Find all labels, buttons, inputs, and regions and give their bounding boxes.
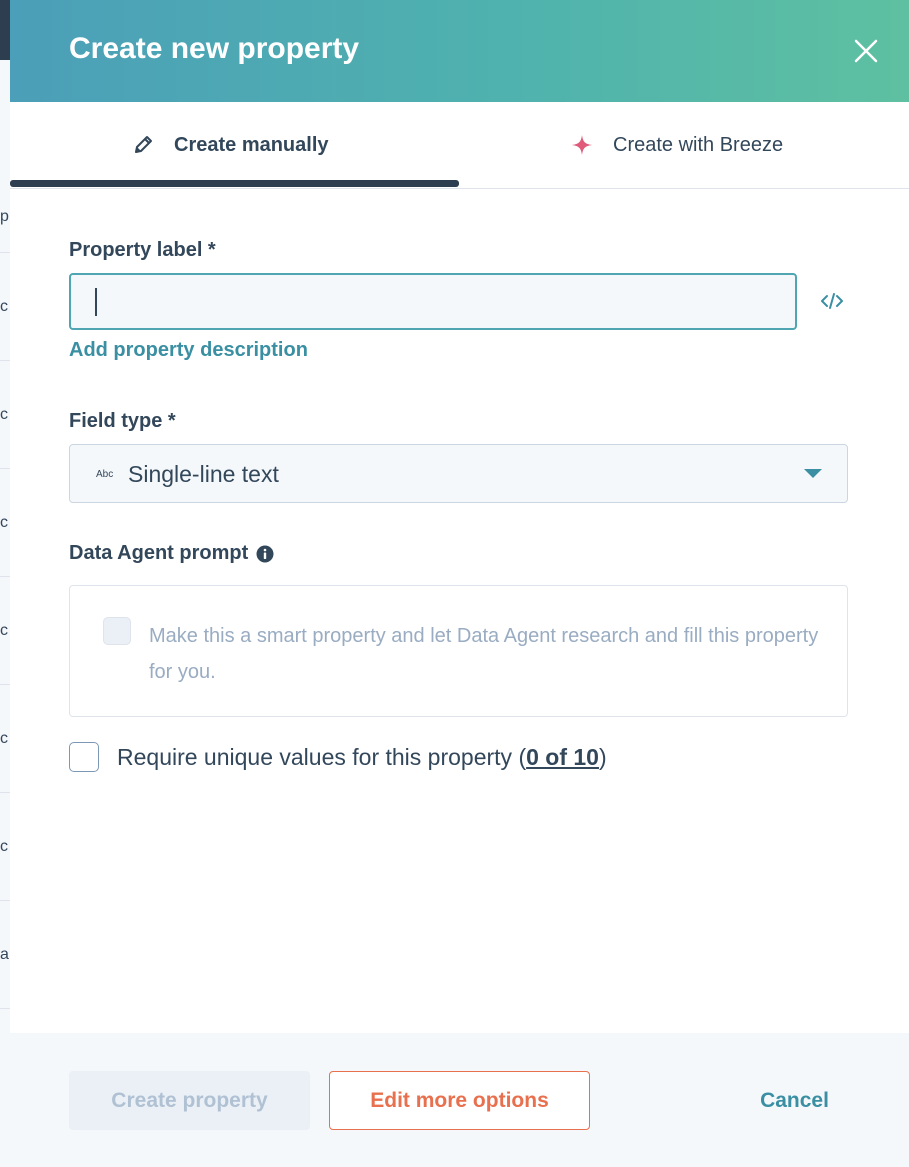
text-cursor bbox=[95, 288, 97, 316]
panel-title: Create new property bbox=[69, 32, 360, 65]
data-agent-heading: Data Agent prompt bbox=[69, 542, 274, 565]
background-letter: c bbox=[0, 838, 8, 855]
background-divider bbox=[0, 900, 10, 901]
property-label-input[interactable] bbox=[69, 273, 797, 330]
unique-count-link[interactable]: 0 of 10 bbox=[526, 744, 599, 770]
background-letter: p bbox=[0, 208, 9, 225]
field-type-value: Single-line text bbox=[128, 461, 279, 487]
background-letter: c bbox=[0, 730, 8, 747]
cancel-button[interactable]: Cancel bbox=[730, 1071, 859, 1130]
data-agent-label: Data Agent prompt bbox=[69, 542, 249, 564]
background-divider bbox=[0, 684, 10, 685]
property-label-heading: Property label * bbox=[69, 239, 216, 261]
tab-create-with-breeze-label: Create with Breeze bbox=[613, 133, 784, 156]
field-type-select[interactable]: Abc Single-line text bbox=[69, 444, 848, 503]
field-type-heading: Field type * bbox=[69, 410, 176, 432]
tab-bar: Create manually Create with Breeze bbox=[10, 102, 909, 189]
text-type-icon: Abc bbox=[96, 469, 114, 480]
background-letter: c bbox=[0, 406, 8, 423]
background-letter: c bbox=[0, 622, 8, 639]
smart-property-checkbox[interactable] bbox=[103, 617, 131, 645]
edit-more-options-button[interactable]: Edit more options bbox=[329, 1071, 590, 1130]
pencil-icon bbox=[132, 134, 154, 156]
unique-values-text-end: ) bbox=[598, 743, 607, 770]
background-letter: c bbox=[0, 514, 8, 531]
tab-create-manually-label: Create manually bbox=[174, 133, 329, 156]
close-icon bbox=[854, 39, 878, 63]
close-button[interactable] bbox=[851, 36, 881, 66]
background-divider bbox=[0, 576, 10, 577]
tab-create-with-breeze[interactable]: Create with Breeze bbox=[571, 102, 783, 188]
data-agent-box: Make this a smart property and let Data … bbox=[69, 585, 848, 717]
create-property-panel: Create new property Create manually Crea… bbox=[10, 0, 909, 1167]
active-tab-indicator bbox=[10, 180, 459, 187]
background-divider bbox=[0, 360, 10, 361]
background-divider bbox=[0, 792, 10, 793]
sparkle-icon bbox=[571, 134, 593, 156]
background-letter: a bbox=[0, 946, 9, 963]
background-letter: c bbox=[0, 298, 8, 315]
unique-values-text: Require unique values for this property … bbox=[117, 743, 527, 770]
smart-property-text: Make this a smart property and let Data … bbox=[149, 625, 819, 683]
code-icon[interactable] bbox=[820, 291, 844, 311]
unique-values-row: Require unique values for this property … bbox=[69, 742, 607, 772]
panel-header: Create new property bbox=[10, 0, 909, 102]
create-property-button[interactable]: Create property bbox=[69, 1071, 310, 1130]
add-property-description-link[interactable]: Add property description bbox=[69, 339, 308, 362]
unique-values-checkbox[interactable] bbox=[69, 742, 99, 772]
background-divider bbox=[0, 252, 10, 253]
background-divider bbox=[0, 468, 10, 469]
chevron-down-icon bbox=[804, 469, 822, 478]
background-nav-bar bbox=[0, 0, 10, 60]
tab-create-manually[interactable]: Create manually bbox=[132, 102, 329, 188]
background-page-strip: p c c c c c c a bbox=[0, 0, 10, 1167]
unique-values-label: Require unique values for this property … bbox=[117, 744, 607, 771]
info-icon[interactable] bbox=[256, 545, 274, 563]
background-divider bbox=[0, 1008, 10, 1009]
